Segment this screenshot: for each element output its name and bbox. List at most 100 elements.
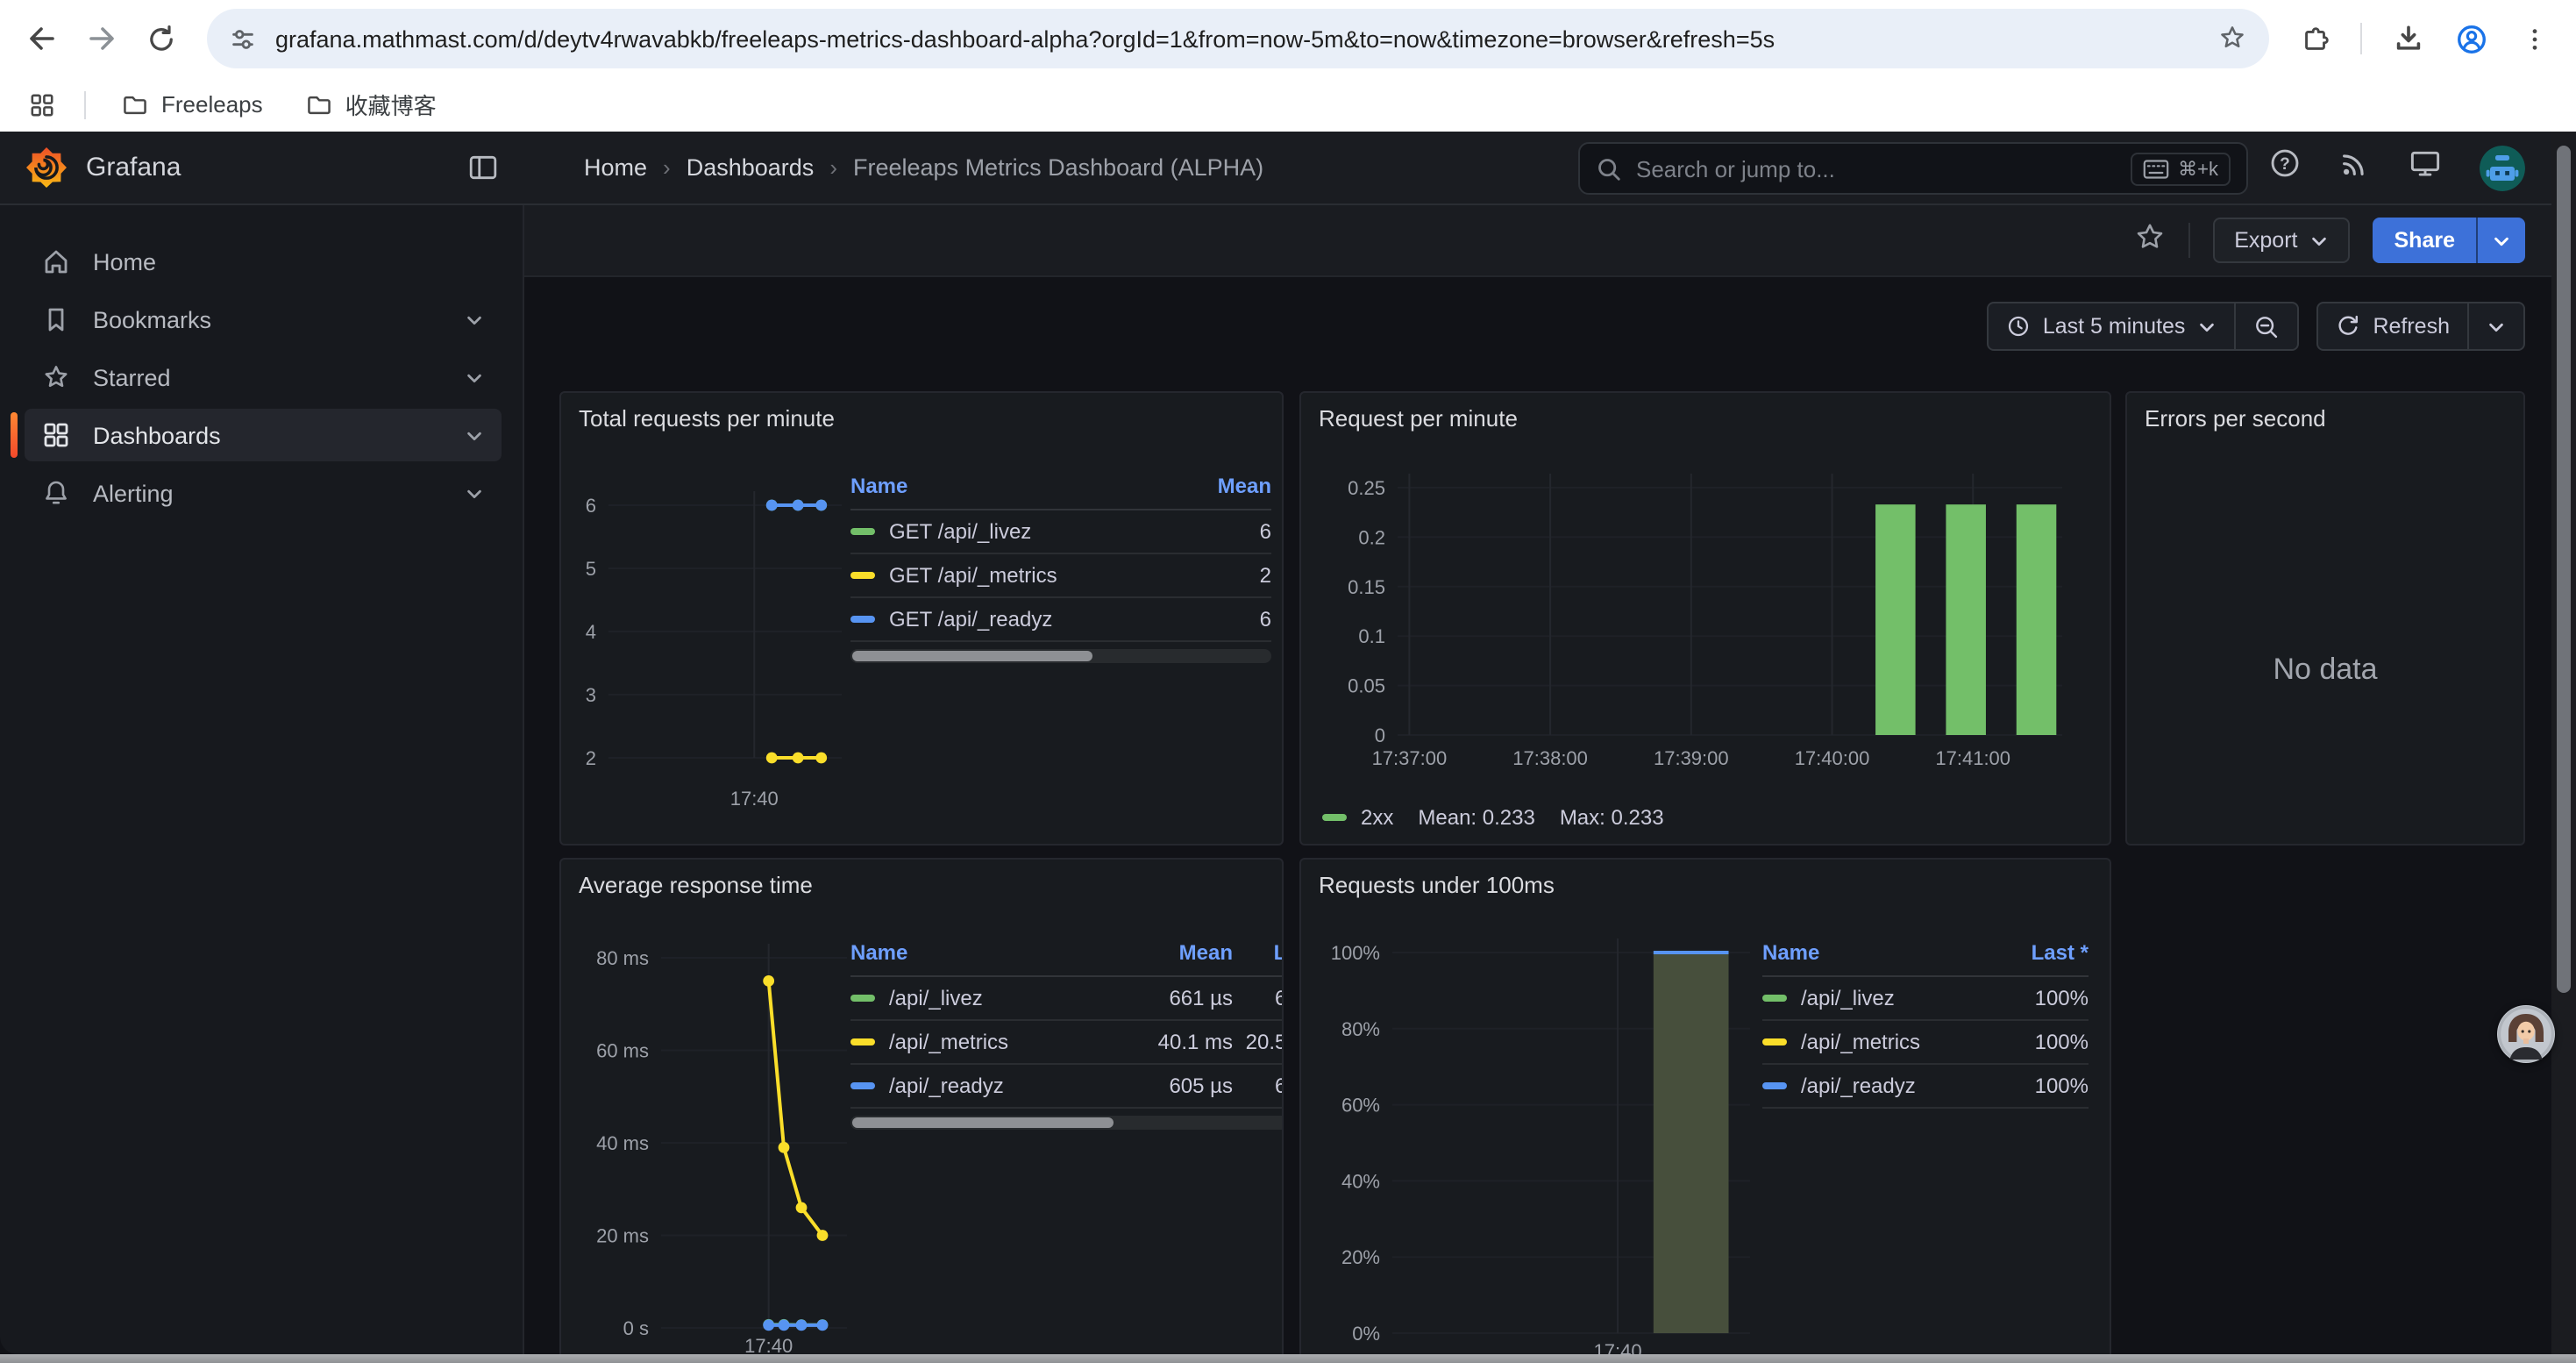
refresh-button[interactable]: Refresh: [2318, 303, 2467, 349]
y-tick-label: 0.2: [1358, 526, 1385, 548]
scrollbar-thumb[interactable]: [852, 1117, 1114, 1128]
user-avatar[interactable]: [2480, 145, 2525, 190]
column-header[interactable]: Mean: [1180, 474, 1271, 498]
table-row[interactable]: /api/_metrics100%: [1762, 1021, 2089, 1065]
browser-forward-button[interactable]: [77, 14, 126, 63]
panel-title[interactable]: Request per minute: [1301, 393, 2110, 432]
series-color-dash: [1762, 1038, 1787, 1045]
grafana-header: Grafana Home › Dashboards › Freeleaps Me…: [0, 132, 2576, 205]
tab-groups-button[interactable]: [21, 83, 63, 125]
share-menu-button[interactable]: [2476, 218, 2525, 263]
legend-table: NameMean GET /api/_livez6GET /api/_metric…: [850, 463, 1271, 663]
scrollbar-thumb[interactable]: [2557, 146, 2571, 993]
data-point: [779, 1142, 790, 1153]
table-row[interactable]: GET /api/_metrics2: [850, 554, 1271, 598]
data-point: [796, 1202, 808, 1213]
horizontal-scrollbar[interactable]: [0, 1354, 2576, 1363]
series-value: 20.5 m: [1233, 1030, 1284, 1054]
help-button[interactable]: ?: [2269, 147, 2301, 188]
y-tick-label: 0.1: [1358, 625, 1385, 647]
news-button[interactable]: [2339, 147, 2371, 188]
table-row[interactable]: GET /api/_readyz6: [850, 598, 1271, 642]
chevron-down-icon[interactable]: [465, 368, 484, 387]
y-tick-label: 0%: [1352, 1323, 1380, 1345]
column-header[interactable]: Name: [850, 940, 1121, 965]
series-value: 100%: [1990, 986, 2089, 1010]
bookmark-icon: [42, 305, 70, 333]
sidebar-item-label: Bookmarks: [93, 306, 211, 332]
panel-title[interactable]: Requests under 100ms: [1301, 860, 2110, 898]
breadcrumb-dashboards[interactable]: Dashboards: [687, 154, 815, 181]
x-tick-label: 17:38:00: [1512, 747, 1588, 769]
bookmark-folder-blogs[interactable]: 收藏博客: [291, 82, 451, 126]
chevron-down-icon[interactable]: [465, 425, 484, 445]
panel-errors-per-second[interactable]: Errors per second No data: [2125, 391, 2525, 846]
scrollbar-thumb[interactable]: [852, 651, 1092, 661]
floating-assistant-avatar[interactable]: [2497, 1005, 2555, 1063]
column-header[interactable]: Last *: [1990, 940, 2089, 965]
chevron-down-icon[interactable]: [465, 483, 484, 503]
column-header[interactable]: Mean: [1121, 940, 1233, 965]
table-scrollbar[interactable]: [850, 1116, 1284, 1130]
bookmark-folder-freeleaps[interactable]: Freeleaps: [107, 85, 277, 124]
panel-total-requests[interactable]: Total requests per minute 6543217:40 Nam…: [559, 391, 1284, 846]
sidebar-item-home[interactable]: Home: [25, 235, 502, 288]
chevron-down-icon[interactable]: [465, 310, 484, 329]
display-button[interactable]: [2409, 147, 2441, 188]
share-button[interactable]: Share: [2373, 218, 2477, 263]
refresh-interval-button[interactable]: [2467, 303, 2523, 349]
url-bar[interactable]: grafana.mathmast.com/d/deytv4rwavabkb/fr…: [207, 9, 2269, 68]
table-row[interactable]: /api/_livez661 µs646: [850, 977, 1284, 1021]
zoom-out-time-button[interactable]: [2234, 303, 2297, 349]
breadcrumb-home[interactable]: Home: [584, 154, 647, 181]
chart-bar: [2017, 504, 2057, 735]
browser-reload-button[interactable]: [137, 14, 186, 63]
table-row[interactable]: /api/_readyz605 µs620: [850, 1065, 1284, 1109]
sidebar-item-starred[interactable]: Starred: [25, 351, 502, 403]
table-header-row: NameMeanLas: [850, 930, 1284, 977]
sidebar-item-alerting[interactable]: Alerting: [25, 467, 502, 519]
series-color-dash: [1762, 1082, 1787, 1089]
sidebar-item-dashboards[interactable]: Dashboards: [25, 409, 502, 461]
table-row[interactable]: /api/_readyz100%: [1762, 1065, 2089, 1109]
panel-average-response-time[interactable]: Average response time 80 ms60 ms40 ms20 …: [559, 858, 1284, 1354]
bookmark-star-icon[interactable]: [2217, 23, 2248, 54]
time-range-picker[interactable]: Last 5 minutes: [1989, 303, 2235, 349]
series-name: /api/_metrics: [889, 1030, 1008, 1054]
panel-title[interactable]: Average response time: [561, 860, 1282, 898]
y-tick-label: 40%: [1341, 1170, 1380, 1192]
panel-request-per-minute[interactable]: Request per minute 0.250.20.150.10.05017…: [1299, 391, 2111, 846]
column-header[interactable]: Name: [1762, 940, 1990, 965]
browser-menu-button[interactable]: [2509, 14, 2558, 63]
series-color-dash: [850, 616, 875, 623]
downloads-button[interactable]: [2383, 14, 2432, 63]
panel-requests-under-100ms[interactable]: Requests under 100ms 100%80%60%40%20%0%1…: [1299, 858, 2111, 1354]
column-header[interactable]: Name: [850, 474, 1180, 498]
search-input[interactable]: Search or jump to... ⌘+k: [1578, 142, 2248, 195]
sidebar-item-bookmarks[interactable]: Bookmarks: [25, 293, 502, 346]
export-button[interactable]: Export: [2213, 218, 2350, 263]
sidebar-collapse-button[interactable]: [468, 153, 498, 182]
column-header[interactable]: Las: [1233, 940, 1284, 965]
y-tick-label: 5: [586, 558, 596, 580]
legend-series[interactable]: 2xx: [1322, 805, 1393, 830]
time-controls: Last 5 minutes Refresh: [1987, 302, 2525, 351]
x-tick-label: 17:41:00: [1935, 747, 2010, 769]
y-tick-label: 4: [586, 621, 596, 643]
panel-title[interactable]: Total requests per minute: [561, 393, 1282, 432]
y-tick-label: 40 ms: [596, 1132, 649, 1154]
browser-back-button[interactable]: [18, 14, 67, 63]
table-row[interactable]: GET /api/_livez6: [850, 510, 1271, 554]
chart-bar: [1875, 504, 1916, 735]
panel-title[interactable]: Errors per second: [2127, 393, 2523, 432]
legend-max: Max: 0.233: [1560, 805, 1664, 830]
extensions-button[interactable]: [2290, 14, 2339, 63]
table-scrollbar[interactable]: [850, 649, 1271, 663]
data-point: [763, 975, 774, 987]
browser-profile-button[interactable]: [2446, 14, 2495, 63]
x-tick-label: 17:40:00: [1795, 747, 1870, 769]
table-row[interactable]: /api/_metrics40.1 ms20.5 m: [850, 1021, 1284, 1065]
favorite-dashboard-button[interactable]: [2134, 220, 2166, 260]
table-row[interactable]: /api/_livez100%: [1762, 977, 2089, 1021]
page-scrollbar[interactable]: [2551, 132, 2576, 1354]
